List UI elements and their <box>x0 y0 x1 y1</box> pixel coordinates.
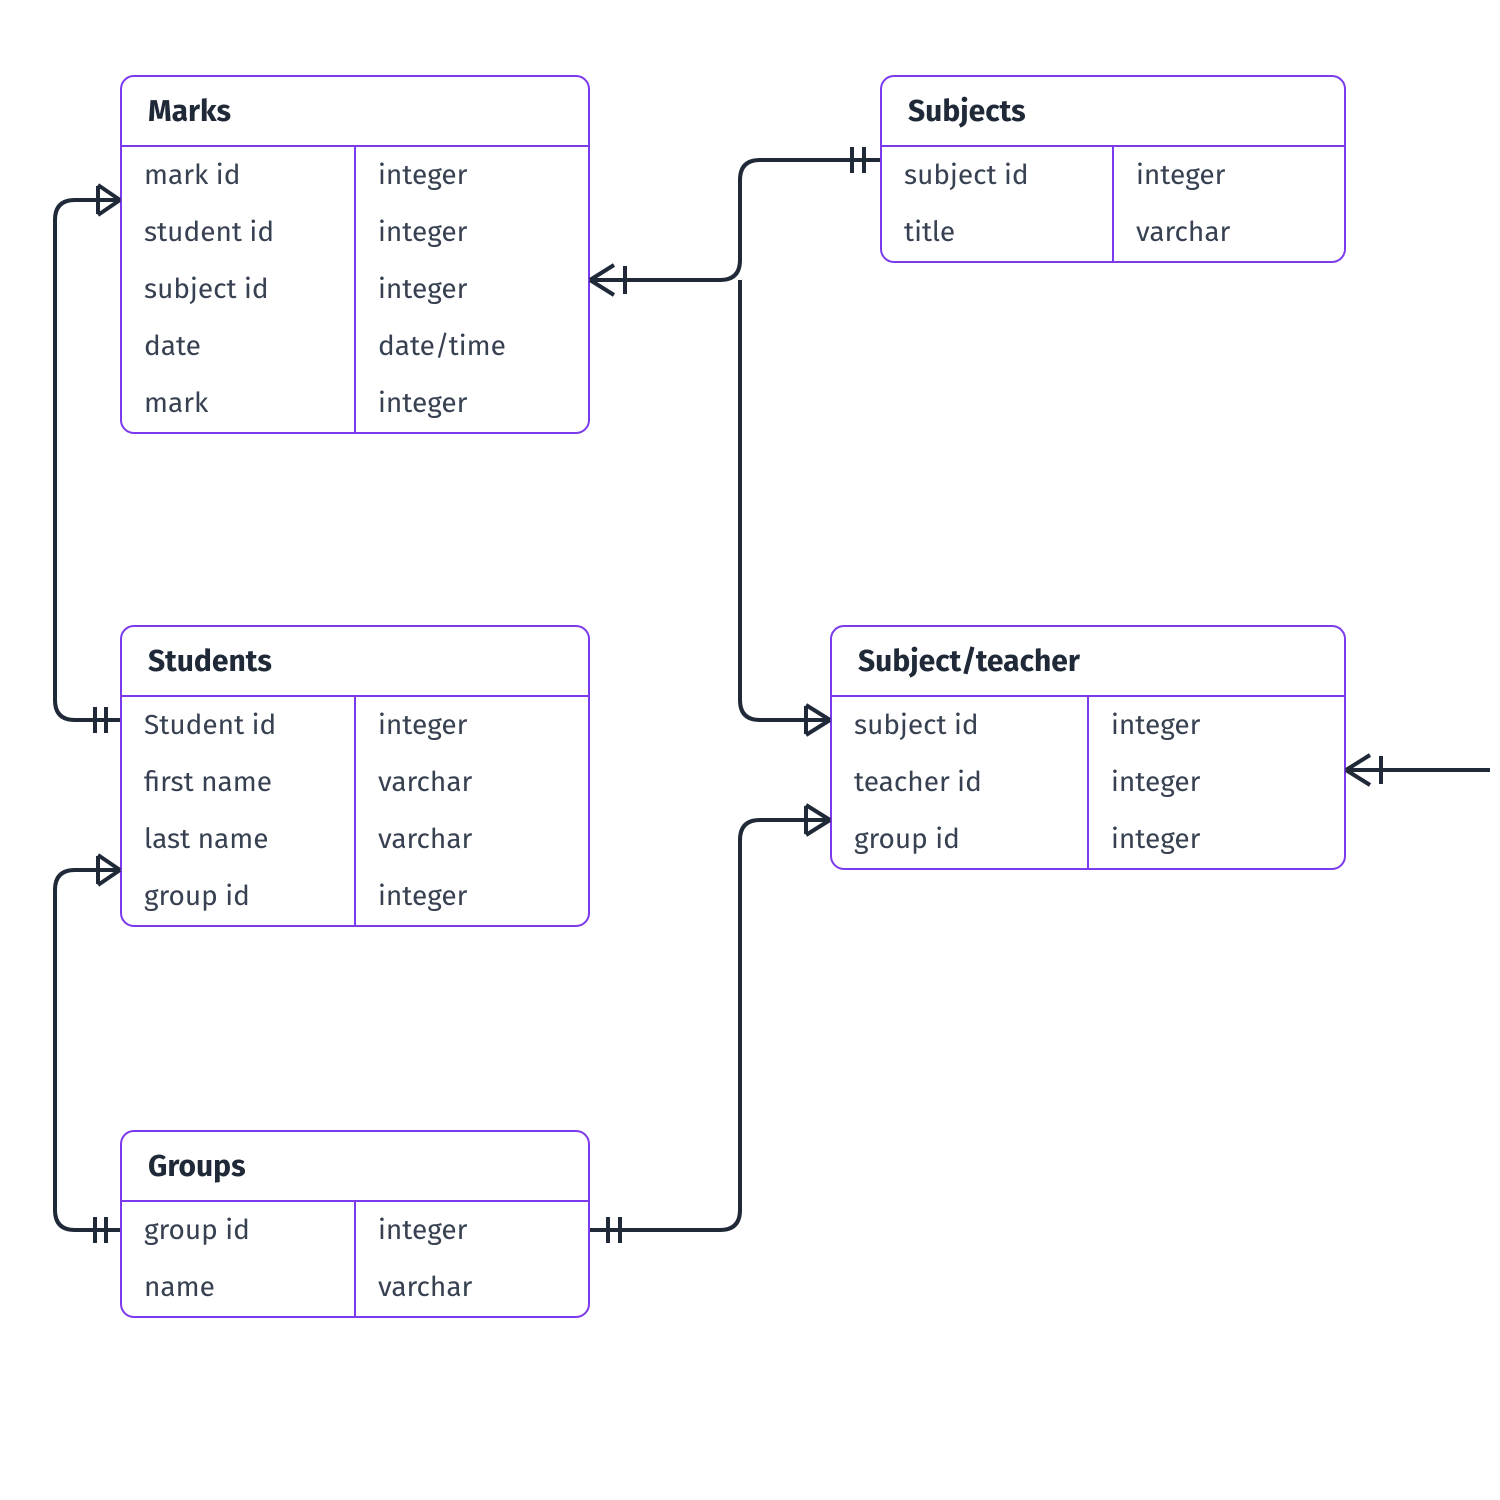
entity-title: Subjects <box>882 77 1344 147</box>
entity-title: Marks <box>122 77 588 147</box>
entity-title: Groups <box>122 1132 588 1202</box>
entity-subject-teacher: Subject/teacher subject id teacher id gr… <box>830 625 1346 870</box>
field-type: integer <box>1089 697 1344 754</box>
field-name: last name <box>122 811 354 868</box>
field-name: mark <box>122 375 354 432</box>
entity-students: Students Student id first name last name… <box>120 625 590 927</box>
field-name: group id <box>122 1202 354 1259</box>
field-type: varchar <box>356 754 588 811</box>
field-name: first name <box>122 754 354 811</box>
field-name: subject id <box>832 697 1087 754</box>
field-name: teacher id <box>832 754 1087 811</box>
field-name: subject id <box>882 147 1112 204</box>
entity-groups: Groups group id name integer varchar <box>120 1130 590 1318</box>
field-type: integer <box>356 204 588 261</box>
entity-subjects: Subjects subject id title integer varcha… <box>880 75 1346 263</box>
field-type: integer <box>356 147 588 204</box>
field-type: varchar <box>356 811 588 868</box>
field-name: group id <box>122 868 354 925</box>
field-type: integer <box>356 1202 588 1259</box>
field-type: date/time <box>356 318 588 375</box>
field-type: integer <box>356 261 588 318</box>
field-type: integer <box>356 375 588 432</box>
field-name: date <box>122 318 354 375</box>
field-name: student id <box>122 204 354 261</box>
field-type: integer <box>1114 147 1344 204</box>
field-name: Student id <box>122 697 354 754</box>
field-type: varchar <box>356 1259 588 1316</box>
field-type: integer <box>1089 754 1344 811</box>
field-type: integer <box>1089 811 1344 868</box>
field-type: integer <box>356 868 588 925</box>
field-type: integer <box>356 697 588 754</box>
field-name: group id <box>832 811 1087 868</box>
field-name: mark id <box>122 147 354 204</box>
field-name: title <box>882 204 1112 261</box>
entity-title: Students <box>122 627 588 697</box>
entity-title: Subject/teacher <box>832 627 1344 697</box>
entity-marks: Marks mark id student id subject id date… <box>120 75 590 434</box>
field-name: name <box>122 1259 354 1316</box>
field-name: subject id <box>122 261 354 318</box>
field-type: varchar <box>1114 204 1344 261</box>
